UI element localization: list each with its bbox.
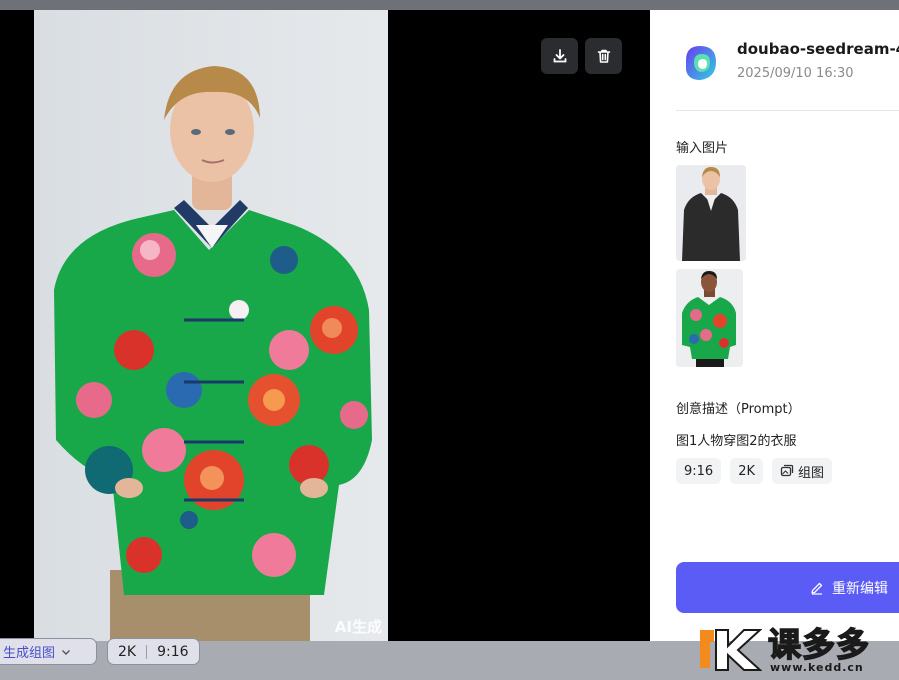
option-tags: 9:16 2K 组图 [676,458,833,484]
tag-ratio: 9:16 [676,458,722,484]
download-icon [553,49,566,63]
divider [676,110,899,111]
model-name: doubao-seedream-4- [737,40,899,58]
watermark-url: www.kedd.cn [770,661,864,674]
generate-group-dropdown[interactable]: 生成组图 [0,638,97,665]
tag-group: 组图 [772,458,833,484]
delete-button[interactable] [585,38,622,74]
model-info: doubao-seedream-4- 2025/09/10 16:30 [680,38,899,90]
download-button[interactable] [541,38,578,74]
trash-icon [597,49,610,63]
image-group-icon [780,464,794,477]
output-options-chip[interactable]: 2K 9:16 [107,638,200,665]
edit-icon [811,582,823,595]
resolution-value: 2K [118,643,137,660]
input-image-2[interactable] [676,269,743,367]
detail-panel: doubao-seedream-4- 2025/09/10 16:30 输入图片… [650,10,899,641]
input-image-1-illustration [676,165,746,261]
watermark-logo-icon [700,629,762,671]
prompt-text: 图1人物穿图2的衣服 [676,434,797,449]
re-edit-button[interactable]: 重新编辑 [676,562,899,613]
tag-resolution: 2K [730,458,763,484]
tag-ratio-label: 9:16 [684,463,714,479]
prompt-label: 创意描述（Prompt） [676,402,801,417]
watermark: 课多多 www.kedd.cn [700,618,899,680]
generated-image[interactable]: AI生成 [34,10,388,641]
timestamp: 2025/09/10 16:30 [737,66,854,81]
input-images-label: 输入图片 [676,141,729,156]
input-image-2-illustration [676,269,743,367]
tag-resolution-label: 2K [738,463,755,479]
top-bar [0,0,899,10]
chevron-down-icon [62,649,71,655]
generated-image-illustration [34,10,388,641]
watermark-name: 课多多 [767,624,870,665]
re-edit-label: 重新编辑 [832,580,888,597]
ai-generated-badge: AI生成 [334,618,382,636]
generate-group-label: 生成组图 [3,646,56,661]
input-image-1[interactable] [676,165,746,261]
tag-group-label: 组图 [798,465,825,481]
model-logo-icon [686,46,716,80]
ratio-value: 9:16 [157,643,189,660]
image-viewer: AI生成 [0,10,650,641]
